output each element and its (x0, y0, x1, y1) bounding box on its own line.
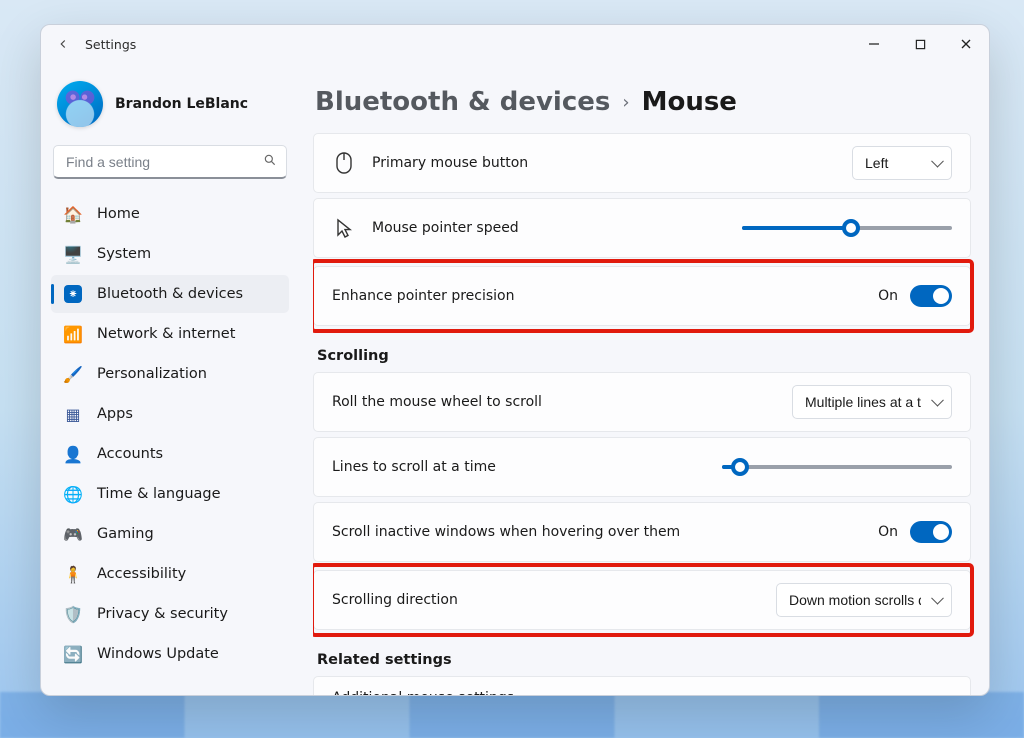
window-controls (851, 25, 989, 63)
setting-primary-mouse-button: Primary mouse button Left (313, 133, 971, 193)
sidebar-item-gaming[interactable]: 🎮 Gaming (51, 515, 289, 553)
setting-enhance-pointer-precision: Enhance pointer precision On (313, 266, 971, 326)
setting-roll-mouse-wheel: Roll the mouse wheel to scroll Multiple … (313, 372, 971, 432)
sidebar-item-accessibility[interactable]: 🧍 Accessibility (51, 555, 289, 593)
avatar (57, 81, 103, 127)
chevron-right-icon: › (622, 92, 629, 113)
sidebar-nav: 🏠 Home 🖥️ System ⁕ Bluetooth & devices 📶… (51, 195, 289, 673)
bluetooth-icon: ⁕ (63, 285, 83, 303)
titlebar: Settings (41, 25, 989, 63)
setting-scroll-inactive-windows: Scroll inactive windows when hovering ov… (313, 502, 971, 562)
system-icon: 🖥️ (63, 245, 83, 264)
back-button[interactable] (51, 32, 75, 56)
sidebar-item-windows-update[interactable]: 🔄 Windows Update (51, 635, 289, 673)
main-content: Bluetooth & devices › Mouse Primary mous… (299, 63, 989, 695)
maximize-button[interactable] (897, 25, 943, 63)
sidebar-item-privacy-security[interactable]: 🛡️ Privacy & security (51, 595, 289, 633)
settings-window: Settings Brandon LeBlanc (40, 24, 990, 696)
setting-label: Enhance pointer precision (332, 288, 515, 304)
mouse-icon (332, 152, 356, 174)
minimize-button[interactable] (851, 25, 897, 63)
sidebar-item-label: Home (97, 206, 140, 222)
page-title: Mouse (642, 87, 737, 117)
search-input[interactable] (53, 145, 287, 179)
inactive-scroll-toggle[interactable] (910, 521, 952, 543)
sidebar-item-bluetooth-devices[interactable]: ⁕ Bluetooth & devices (51, 275, 289, 313)
sidebar-item-label: Network & internet (97, 326, 235, 342)
wallpaper-stripe (0, 692, 1024, 738)
breadcrumb-parent[interactable]: Bluetooth & devices (315, 87, 610, 117)
sidebar: Brandon LeBlanc 🏠 Home 🖥️ System ⁕ (41, 63, 299, 695)
wheel-roll-select[interactable]: Multiple lines at a time (792, 385, 952, 419)
setting-label: Additional mouse settings (332, 690, 514, 696)
breadcrumb: Bluetooth & devices › Mouse (315, 87, 977, 117)
setting-label: Roll the mouse wheel to scroll (332, 394, 542, 410)
sidebar-item-label: Bluetooth & devices (97, 286, 243, 302)
sidebar-item-label: Accounts (97, 446, 163, 462)
sidebar-item-system[interactable]: 🖥️ System (51, 235, 289, 273)
highlight-enhance-precision: Enhance pointer precision On (313, 262, 971, 330)
enhance-precision-toggle[interactable] (910, 285, 952, 307)
setting-mouse-pointer-speed: Mouse pointer speed (313, 198, 971, 258)
apps-icon: ▦ (63, 405, 83, 424)
toggle-state-text: On (878, 288, 898, 304)
sidebar-item-label: Time & language (97, 486, 221, 502)
sidebar-item-label: Apps (97, 406, 133, 422)
accessibility-icon: 🧍 (63, 565, 83, 584)
setting-label: Primary mouse button (372, 155, 528, 171)
sidebar-item-network[interactable]: 📶 Network & internet (51, 315, 289, 353)
shield-icon: 🛡️ (63, 605, 83, 624)
sidebar-item-time-language[interactable]: 🌐 Time & language (51, 475, 289, 513)
sidebar-item-label: Personalization (97, 366, 207, 382)
section-related-settings: Related settings (317, 652, 971, 668)
search-box (53, 145, 287, 179)
profile[interactable]: Brandon LeBlanc (51, 71, 289, 133)
sidebar-item-label: Privacy & security (97, 606, 228, 622)
setting-additional-mouse-settings[interactable]: Additional mouse settings Pointer icons … (313, 676, 971, 695)
setting-label: Lines to scroll at a time (332, 459, 496, 475)
sidebar-item-apps[interactable]: ▦ Apps (51, 395, 289, 433)
update-icon: 🔄 (63, 645, 83, 664)
pointer-speed-slider[interactable] (742, 217, 952, 239)
sidebar-item-personalization[interactable]: 🖌️ Personalization (51, 355, 289, 393)
setting-label: Mouse pointer speed (372, 220, 519, 236)
settings-scroll[interactable]: Primary mouse button Left Mouse pointer … (313, 133, 977, 695)
setting-label: Scroll inactive windows when hovering ov… (332, 524, 680, 540)
search-icon (263, 153, 277, 171)
sidebar-item-home[interactable]: 🏠 Home (51, 195, 289, 233)
sidebar-item-label: Windows Update (97, 646, 219, 662)
sidebar-item-label: Accessibility (97, 566, 186, 582)
window-title: Settings (85, 37, 136, 52)
primary-button-select[interactable]: Left (852, 146, 952, 180)
sidebar-item-accounts[interactable]: 👤 Accounts (51, 435, 289, 473)
person-icon: 👤 (63, 445, 83, 464)
cursor-icon (332, 218, 356, 238)
setting-label: Scrolling direction (332, 592, 458, 608)
lines-scroll-slider[interactable] (722, 456, 952, 478)
setting-lines-to-scroll: Lines to scroll at a time (313, 437, 971, 497)
gamepad-icon: 🎮 (63, 525, 83, 544)
profile-name: Brandon LeBlanc (115, 96, 248, 112)
highlight-scroll-direction: Scrolling direction Down motion scrolls … (313, 566, 971, 634)
section-scrolling: Scrolling (317, 348, 971, 364)
sidebar-item-label: Gaming (97, 526, 154, 542)
sidebar-item-label: System (97, 246, 151, 262)
setting-scrolling-direction: Scrolling direction Down motion scrolls … (313, 570, 971, 630)
wifi-icon: 📶 (63, 325, 83, 344)
globe-clock-icon: 🌐 (63, 485, 83, 504)
scroll-direction-select[interactable]: Down motion scrolls down (776, 583, 952, 617)
toggle-state-text: On (878, 524, 898, 540)
home-icon: 🏠 (63, 205, 83, 224)
brush-icon: 🖌️ (63, 365, 83, 384)
close-button[interactable] (943, 25, 989, 63)
